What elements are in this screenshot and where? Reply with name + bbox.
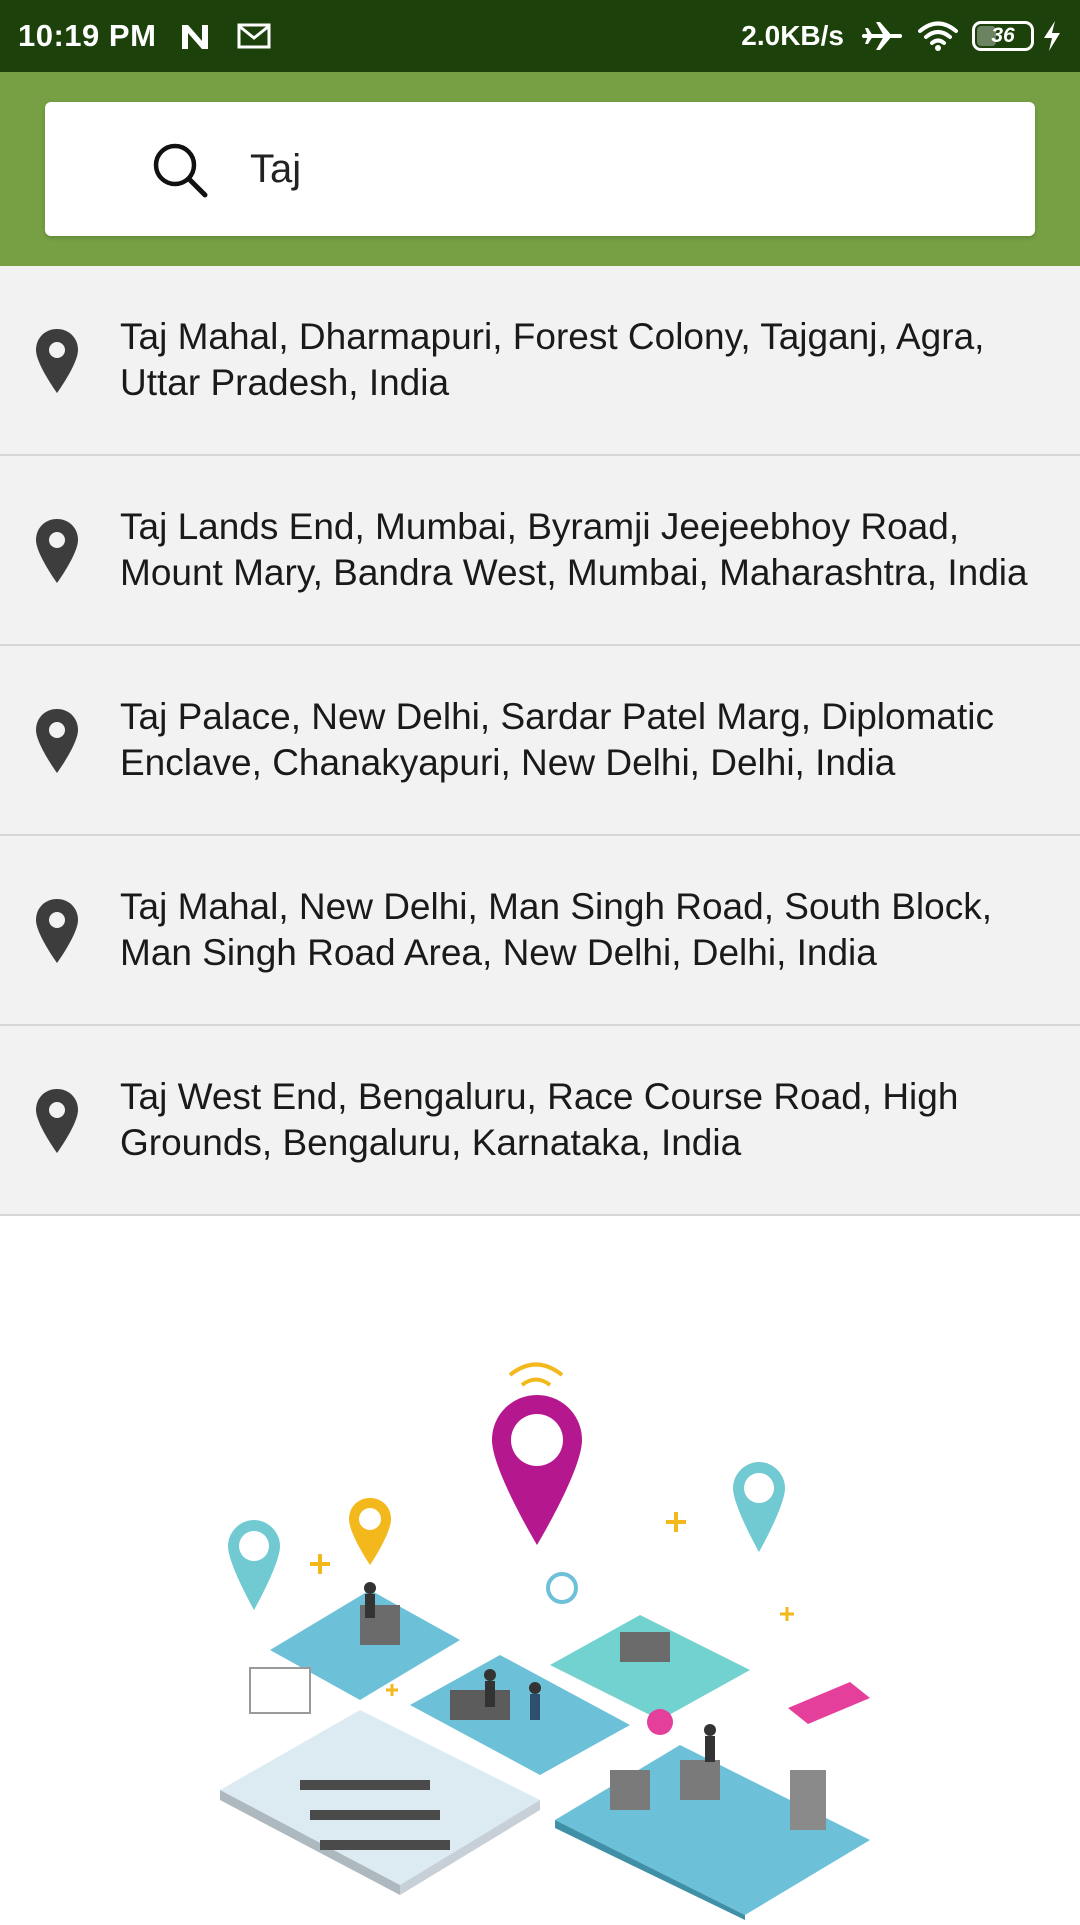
list-item-text: Taj West End, Bengaluru, Race Course Roa… xyxy=(120,1076,959,1163)
list-item-text: Taj Mahal, New Delhi, Man Singh Road, So… xyxy=(120,886,992,973)
list-item[interactable]: Taj Mahal, Dharmapuri, Forest Colony, Ta… xyxy=(0,266,1080,456)
airplane-icon xyxy=(862,19,902,53)
charging-icon xyxy=(1042,20,1062,52)
list-item[interactable]: Taj West End, Bengaluru, Race Course Roa… xyxy=(0,1026,1080,1216)
n-icon xyxy=(178,21,214,51)
status-bar: 10:19 PM 2.0KB/s 36 xyxy=(0,0,1080,72)
map-pin-icon xyxy=(35,898,79,964)
status-time: 10:19 PM xyxy=(18,18,157,53)
search-icon[interactable] xyxy=(150,140,210,200)
search-input[interactable] xyxy=(250,132,1010,206)
battery-icon: 36 xyxy=(972,21,1034,51)
battery-level: 36 xyxy=(991,24,1015,47)
list-item-text: Taj Palace, New Delhi, Sardar Patel Marg… xyxy=(120,696,994,783)
status-right: 2.0KB/s 36 xyxy=(741,19,1062,53)
office-map-illustration xyxy=(210,1340,900,1920)
list-item-text: Taj Lands End, Mumbai, Byramji Jeejeebho… xyxy=(120,506,1028,593)
results-list: Taj Mahal, Dharmapuri, Forest Colony, Ta… xyxy=(0,266,1080,1216)
map-pin-icon xyxy=(35,328,79,394)
map-pin-icon xyxy=(35,708,79,774)
mail-icon xyxy=(236,22,272,50)
list-item-text: Taj Mahal, Dharmapuri, Forest Colony, Ta… xyxy=(120,316,985,403)
list-item[interactable]: Taj Mahal, New Delhi, Man Singh Road, So… xyxy=(0,836,1080,1026)
map-pin-icon xyxy=(35,518,79,584)
list-item[interactable]: Taj Lands End, Mumbai, Byramji Jeejeebho… xyxy=(0,456,1080,646)
search-header xyxy=(0,72,1080,266)
map-pin-icon xyxy=(35,1088,79,1154)
search-box[interactable] xyxy=(45,102,1035,236)
status-left: 10:19 PM xyxy=(18,18,272,54)
wifi-icon xyxy=(918,20,958,52)
list-item[interactable]: Taj Palace, New Delhi, Sardar Patel Marg… xyxy=(0,646,1080,836)
network-speed: 2.0KB/s xyxy=(741,20,844,51)
